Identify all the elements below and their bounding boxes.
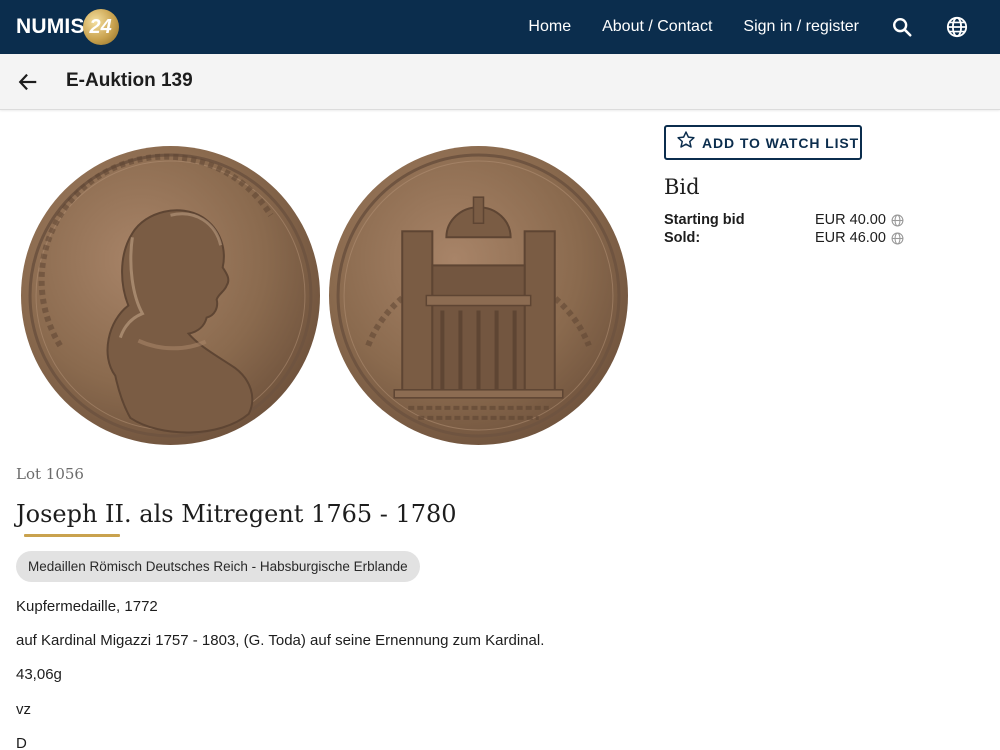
- nav-home-link[interactable]: Home: [528, 18, 571, 36]
- auction-subheader: E-Auktion 139: [0, 54, 1000, 110]
- logo-badge: 24: [82, 9, 119, 45]
- search-icon[interactable]: [890, 15, 914, 39]
- nav-sign-in-register-link[interactable]: Sign in / register: [743, 18, 859, 36]
- description-line: Kupfermedaille, 1772: [16, 598, 158, 615]
- coin-reverse-image[interactable]: [328, 145, 629, 446]
- auction-title: E-Auktion 139: [66, 70, 193, 91]
- category-chip[interactable]: Medaillen Römisch Deutsches Reich - Habs…: [16, 551, 420, 582]
- currency-globe-icon[interactable]: [891, 232, 904, 245]
- star-outline-icon: [676, 130, 696, 155]
- top-navigation-bar: NUMIS 24 Home About / Contact Sign in / …: [0, 0, 1000, 54]
- sold-row: Sold: EUR 46.00: [664, 230, 924, 248]
- sold-value: EUR 46.00: [815, 230, 886, 246]
- description-line: auf Kardinal Migazzi 1757 - 1803, (G. To…: [16, 632, 545, 649]
- title-underline-divider: [24, 534, 120, 537]
- add-to-watch-list-button[interactable]: ADD TO WATCH LIST: [664, 125, 862, 160]
- bid-heading: Bid: [664, 175, 700, 199]
- sold-label: Sold:: [664, 230, 701, 246]
- coin-obverse-image[interactable]: [20, 145, 321, 446]
- description-line: 43,06g: [16, 666, 62, 683]
- lot-title: Joseph II. als Mitregent 1765 - 1780: [16, 500, 457, 528]
- starting-bid-label: Starting bid: [664, 212, 745, 228]
- lot-number: Lot 1056: [16, 465, 84, 483]
- numis24-logo[interactable]: NUMIS 24: [16, 9, 119, 45]
- main-nav: Home About / Contact Sign in / register: [528, 0, 1000, 54]
- nav-about-contact-link[interactable]: About / Contact: [602, 18, 712, 36]
- description-line: D: [16, 735, 27, 750]
- globe-icon[interactable]: [945, 15, 969, 39]
- logo-text: NUMIS: [16, 15, 85, 38]
- description-line: vz: [16, 701, 31, 718]
- starting-bid-value: EUR 40.00: [815, 212, 886, 228]
- starting-bid-row: Starting bid EUR 40.00: [664, 212, 924, 230]
- currency-globe-icon[interactable]: [891, 214, 904, 227]
- arrow-left-icon[interactable]: [14, 68, 42, 96]
- watch-button-label: ADD TO WATCH LIST: [702, 134, 860, 151]
